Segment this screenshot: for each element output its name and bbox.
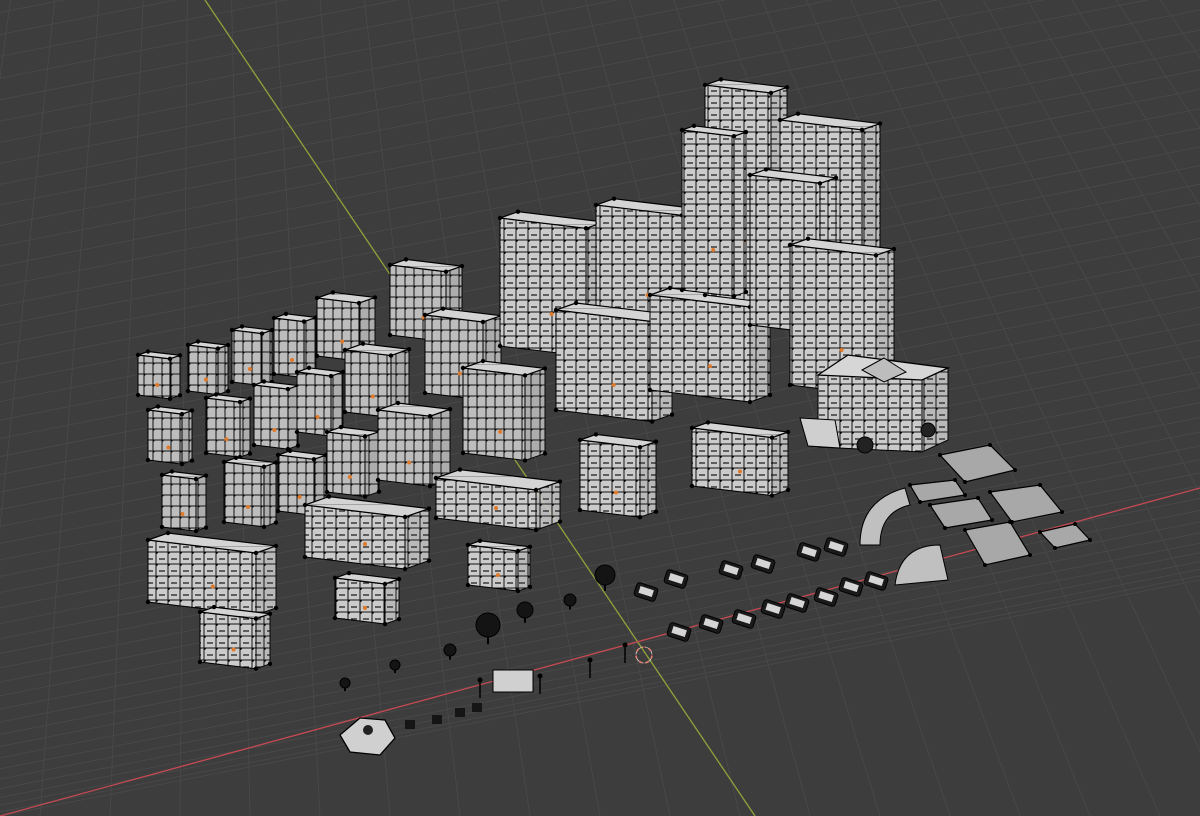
small-building[interactable] [221, 455, 279, 529]
road-tile[interactable] [938, 443, 1017, 484]
road-tile[interactable] [963, 520, 1032, 567]
small-building[interactable] [324, 424, 382, 499]
vehicle[interactable] [838, 577, 864, 597]
small-building[interactable] [251, 379, 301, 452]
road-tile[interactable] [988, 483, 1064, 524]
vehicle[interactable] [633, 582, 659, 602]
low-building-wide[interactable] [433, 467, 563, 533]
small-building[interactable] [460, 358, 548, 463]
vehicle[interactable] [823, 537, 849, 557]
small-building[interactable] [375, 400, 453, 489]
low-building-corner[interactable] [465, 538, 533, 594]
gazebo[interactable] [339, 717, 396, 756]
curved-road-tile[interactable] [859, 487, 949, 586]
tower-building[interactable] [679, 123, 749, 299]
road-tile[interactable] [1038, 522, 1092, 550]
vehicle[interactable] [731, 609, 757, 629]
small-building[interactable] [135, 349, 183, 402]
small-building[interactable] [145, 404, 195, 467]
small-building[interactable] [159, 469, 209, 534]
small-building[interactable] [185, 339, 231, 397]
vehicle[interactable] [796, 542, 822, 562]
medium-building-low[interactable] [689, 420, 791, 498]
small-building[interactable] [294, 365, 346, 439]
tree[interactable] [475, 612, 501, 645]
3d-viewport[interactable] [0, 0, 1200, 816]
tree[interactable] [594, 564, 616, 591]
medium-building-low[interactable] [577, 432, 659, 520]
tree[interactable] [563, 593, 577, 610]
low-building-wide[interactable] [145, 530, 279, 618]
low-building-corner[interactable] [197, 604, 273, 671]
low-building-corner[interactable] [332, 570, 402, 627]
small-building[interactable] [229, 324, 275, 388]
vehicle[interactable] [718, 560, 744, 580]
small-building[interactable] [203, 392, 253, 460]
building-group[interactable] [135, 77, 951, 671]
tree[interactable] [389, 659, 401, 673]
road-tile[interactable] [908, 478, 967, 504]
street-lamp-row[interactable] [405, 642, 628, 730]
low-building-wide[interactable] [302, 494, 432, 572]
vehicle[interactable] [666, 622, 692, 642]
vehicle[interactable] [813, 587, 839, 607]
vehicle[interactable] [663, 569, 689, 589]
